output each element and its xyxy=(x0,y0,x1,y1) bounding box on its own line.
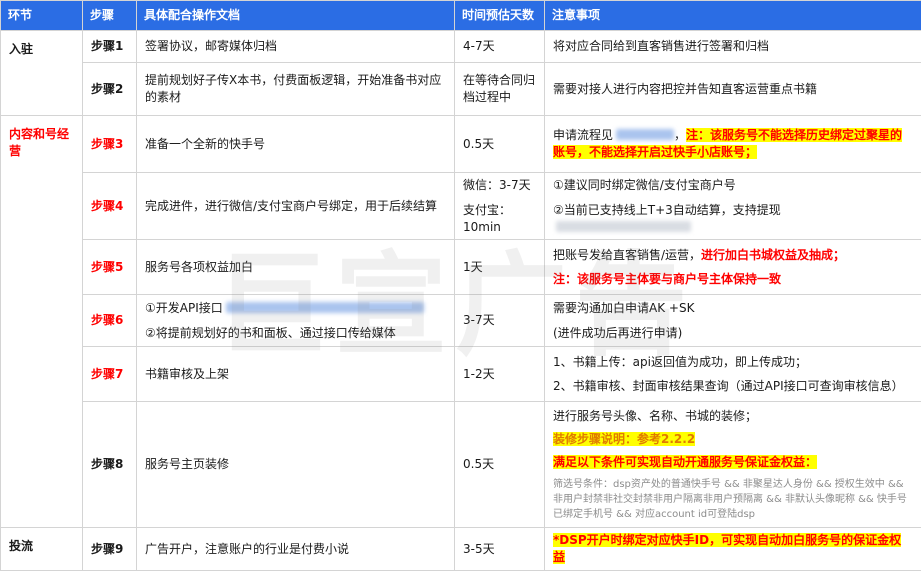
doc-cell-4: 完成进件，进行微信/支付宝商户号绑定，用于后续结算 xyxy=(137,173,455,240)
doc-line: ①开发API接口 xyxy=(145,300,446,317)
note-line: ②当前已支持线上T+3自动结算，支持提现 xyxy=(553,202,913,236)
note-cell-8: 进行服务号头像、名称、书城的装修； 装修步骤说明：参考2.2.2 满足以下条件可… xyxy=(545,402,921,528)
process-table: 环节 步骤 具体配合操作文档 时间预估天数 注意事项 入驻 步骤1 签署协议，邮… xyxy=(0,0,921,571)
step-cell-4: 步骤4 xyxy=(83,173,137,240)
time-cell-8: 0.5天 xyxy=(455,402,545,528)
note-cell-6: 需要沟通加白申请AK +SK (进件成功后再进行申请) xyxy=(545,295,921,347)
phase-cell-traffic: 投流 xyxy=(1,528,83,571)
step-cell-8: 步骤8 xyxy=(83,402,137,528)
note-text: ②当前已支持线上T+3自动结算，支持提现 xyxy=(553,203,781,217)
row-step7: 步骤7 书籍审核及上架 1-2天 1、书籍上传：api返回值为成功，即上传成功；… xyxy=(1,347,921,402)
doc-cell-5: 服务号各项权益加白 xyxy=(137,240,455,295)
warning-text: 注：该服务号主体要与商户号主体保持一致 xyxy=(553,271,913,288)
note-line: 满足以下条件可实现自动开通服务号保证金权益： xyxy=(553,454,913,471)
redacted-link[interactable] xyxy=(616,129,674,140)
header-cell-doc: 具体配合操作文档 xyxy=(137,1,455,31)
time-cell-4: 微信：3-7天 支付宝：10min xyxy=(455,173,545,240)
time-line: 支付宝：10min xyxy=(463,202,536,236)
step-cell-5: 步骤5 xyxy=(83,240,137,295)
note-cell-5: 把账号发给直客销售/运营，进行加白书城权益及抽成； 注：该服务号主体要与商户号主… xyxy=(545,240,921,295)
doc-cell-2: 提前规划好子传X本书，付费面板逻辑，开始准备书对应的素材 xyxy=(137,63,455,116)
time-cell-2: 在等待合同归档过程中 xyxy=(455,63,545,116)
row-step2: 步骤2 提前规划好子传X本书，付费面板逻辑，开始准备书对应的素材 在等待合同归档… xyxy=(1,63,921,116)
time-cell-6: 3-7天 xyxy=(455,295,545,347)
header-cell-phase: 环节 xyxy=(1,1,83,31)
row-step4: 步骤4 完成进件，进行微信/支付宝商户号绑定，用于后续结算 微信：3-7天 支付… xyxy=(1,173,921,240)
time-line: 微信：3-7天 xyxy=(463,177,536,194)
doc-cell-6: ①开发API接口 ②将提前规划好的书和面板、通过接口传给媒体 xyxy=(137,295,455,347)
time-cell-7: 1-2天 xyxy=(455,347,545,402)
row-step9: 投流 步骤9 广告开户，注意账户的行业是付费小说 3-5天 *DSP开户时绑定对… xyxy=(1,528,921,571)
row-step6: 步骤6 ①开发API接口 ②将提前规划好的书和面板、通过接口传给媒体 3-7天 … xyxy=(1,295,921,347)
note-cell-4: ①建议同时绑定微信/支付宝商户号 ②当前已支持线上T+3自动结算，支持提现 xyxy=(545,173,921,240)
redacted-link[interactable] xyxy=(226,302,424,313)
time-cell-3: 0.5天 xyxy=(455,116,545,173)
note-line: 1、书籍上传：api返回值为成功，即上传成功； xyxy=(553,354,913,371)
note-cell-2: 需要对接人进行内容把控并告知直客运营重点书籍 xyxy=(545,63,921,116)
phase-cell-content-operation: 内容和号经营 xyxy=(1,116,83,528)
note-cell-7: 1、书籍上传：api返回值为成功，即上传成功； 2、书籍审核、封面审核结果查询（… xyxy=(545,347,921,402)
note-line: 需要沟通加白申请AK +SK xyxy=(553,300,913,317)
step-cell-9: 步骤9 xyxy=(83,528,137,571)
row-step8: 步骤8 服务号主页装修 0.5天 进行服务号头像、名称、书城的装修； 装修步骤说… xyxy=(1,402,921,528)
time-cell-9: 3-5天 xyxy=(455,528,545,571)
time-cell-1: 4-7天 xyxy=(455,31,545,63)
note-cell-9: *DSP开户时绑定对应快手ID，可实现自动加白服务号的保证金权益 xyxy=(545,528,921,571)
step-cell-7: 步骤7 xyxy=(83,347,137,402)
doc-text: ①开发API接口 xyxy=(145,301,223,315)
row-step1: 入驻 步骤1 签署协议，邮寄媒体归档 4-7天 将对应合同给到直客销售进行签署和… xyxy=(1,31,921,63)
phase-cell-onboarding: 入驻 xyxy=(1,31,83,116)
warning-text: 满足以下条件可实现自动开通服务号保证金权益： xyxy=(553,455,817,469)
filter-conditions-text: 筛选号条件：dsp资产处的普通快手号 && 非聚星达人身份 && 授权生效中 &… xyxy=(553,477,913,522)
note-line: 进行服务号头像、名称、书城的装修； xyxy=(553,408,913,425)
note-line: 2、书籍审核、封面审核结果查询（通过API接口可查询审核信息） xyxy=(553,378,913,395)
step-cell-1: 步骤1 xyxy=(83,31,137,63)
redacted-text xyxy=(556,221,691,232)
note-cell-1: 将对应合同给到直客销售进行签署和归档 xyxy=(545,31,921,63)
header-cell-notes: 注意事项 xyxy=(545,1,921,31)
note-cell-3: 申请流程见，注：该服务号不能选择历史绑定过聚星的账号，不能选择开启过快手小店账号… xyxy=(545,116,921,173)
header-row: 环节 步骤 具体配合操作文档 时间预估天数 注意事项 xyxy=(1,1,921,31)
highlighted-text: 装修步骤说明：参考2.2.2 xyxy=(553,432,695,446)
row-step3: 内容和号经营 步骤3 准备一个全新的快手号 0.5天 申请流程见，注：该服务号不… xyxy=(1,116,921,173)
note-line: ①建议同时绑定微信/支付宝商户号 xyxy=(553,177,913,194)
warning-text: *DSP开户时绑定对应快手ID，可实现自动加白服务号的保证金权益 xyxy=(553,533,901,564)
note-line: 装修步骤说明：参考2.2.2 xyxy=(553,431,913,448)
doc-cell-9: 广告开户，注意账户的行业是付费小说 xyxy=(137,528,455,571)
note-text: 申请流程见 xyxy=(553,128,613,142)
warning-text: 进行加白书城权益及抽成； xyxy=(701,248,845,262)
doc-line: ②将提前规划好的书和面板、通过接口传给媒体 xyxy=(145,325,446,342)
header-cell-time: 时间预估天数 xyxy=(455,1,545,31)
note-text: 把账号发给直客销售/运营， xyxy=(553,248,701,262)
page: { "watermark": "巨宣广告", "colors": { "head… xyxy=(0,0,921,553)
doc-cell-3: 准备一个全新的快手号 xyxy=(137,116,455,173)
row-step5: 步骤5 服务号各项权益加白 1天 把账号发给直客销售/运营，进行加白书城权益及抽… xyxy=(1,240,921,295)
doc-cell-7: 书籍审核及上架 xyxy=(137,347,455,402)
step-cell-2: 步骤2 xyxy=(83,63,137,116)
note-line: 把账号发给直客销售/运营，进行加白书城权益及抽成； xyxy=(553,247,913,264)
note-separator: ， xyxy=(674,128,686,142)
header-cell-step: 步骤 xyxy=(83,1,137,31)
step-cell-6: 步骤6 xyxy=(83,295,137,347)
doc-cell-8: 服务号主页装修 xyxy=(137,402,455,528)
time-cell-5: 1天 xyxy=(455,240,545,295)
doc-cell-1: 签署协议，邮寄媒体归档 xyxy=(137,31,455,63)
step-cell-3: 步骤3 xyxy=(83,116,137,173)
note-line: (进件成功后再进行申请) xyxy=(553,325,913,342)
